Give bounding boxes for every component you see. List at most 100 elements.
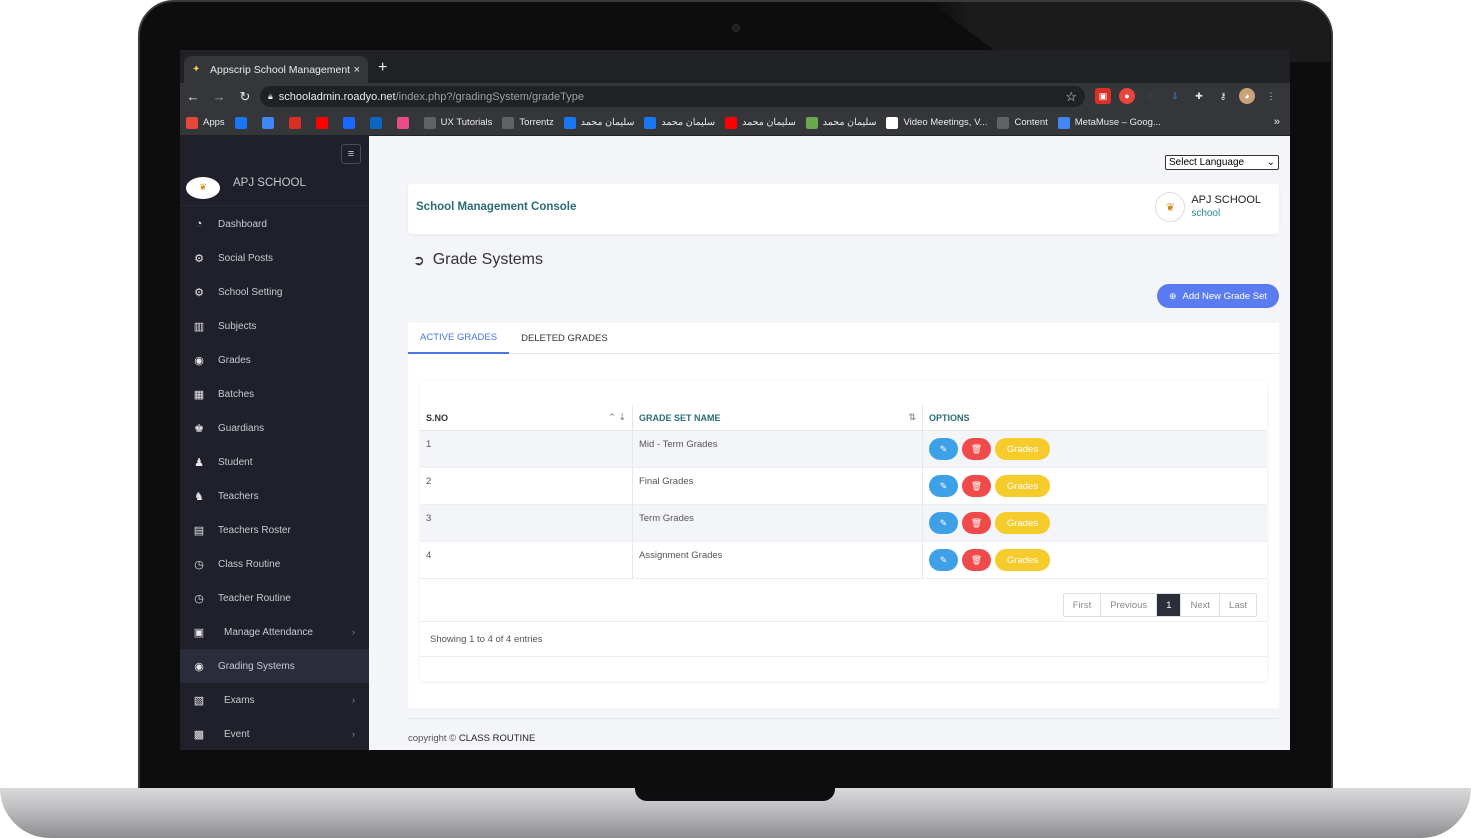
sidebar-item-label: Social Posts	[218, 252, 274, 264]
delete-button[interactable]: 🗑︎	[962, 549, 991, 571]
bookmark-item[interactable]	[261, 116, 279, 129]
edit-button[interactable]: ✎	[929, 549, 958, 571]
trash-icon: 🗑︎	[970, 554, 983, 565]
browser-tab[interactable]: ✦ Appscrip School Management ×	[184, 56, 368, 83]
page-first-button[interactable]: First	[1063, 594, 1102, 616]
sidebar-item-exams[interactable]: ▧ Exams ›	[180, 683, 369, 717]
sidebar-item-dashboard[interactable]: ◔ Dashboard	[180, 207, 369, 241]
bookmark-icon	[563, 116, 576, 129]
sidebar-item-event[interactable]: ▩ Event ›	[180, 717, 369, 750]
close-tab-icon[interactable]: ×	[354, 64, 360, 76]
bookmark-item[interactable]: سليمان محمد	[725, 116, 796, 129]
cell-grade-set-name: Assignment Grades	[633, 542, 923, 578]
grade-tabs: ACTIVE GRADES DELETED GRADES	[408, 323, 1279, 354]
bookmark-item[interactable]	[288, 116, 306, 129]
extensions-puzzle-icon[interactable]: ✚	[1191, 88, 1207, 104]
sidebar-item-guardians[interactable]: ♚ Guardians	[180, 411, 369, 445]
cell-options: ✎ 🗑︎ Grades	[923, 468, 1267, 504]
sidebar-brand[interactable]: ❦ APJ SCHOOL	[180, 170, 369, 206]
bookmark-item[interactable]	[234, 116, 252, 129]
cell-grade-set-name: Term Grades	[633, 505, 923, 541]
column-header-name[interactable]: GRADE SET NAME ⇅	[633, 405, 923, 430]
delete-button[interactable]: 🗑︎	[962, 438, 991, 460]
forward-icon[interactable]: →	[206, 89, 232, 104]
bookmark-icon	[423, 116, 436, 129]
page-previous-button[interactable]: Previous	[1101, 594, 1158, 616]
chevron-down-icon: ⌄	[1266, 157, 1275, 168]
trash-icon: 🗑︎	[970, 480, 983, 491]
bookmark-item[interactable]: MetaMuse – Goog...	[1057, 116, 1161, 129]
edit-button[interactable]: ✎	[929, 438, 958, 460]
cell-grade-set-name: Final Grades	[633, 468, 923, 504]
sidebar-item-manage-attendance[interactable]: ▣ Manage Attendance ›	[180, 615, 369, 649]
app: ≡ ❦ APJ SCHOOL ◔ Dashboard ⚙ Social Posts ⚙ S…	[180, 136, 1290, 750]
sidebar-item-school-setting[interactable]: ⚙ School Setting	[180, 275, 369, 309]
bookmark-item[interactable]: Apps	[186, 116, 225, 129]
bookmark-item[interactable]	[396, 116, 414, 129]
bookmark-item[interactable]: UX Tutorials	[423, 116, 492, 129]
key-icon[interactable]: ⚷	[1215, 88, 1231, 104]
tab-deleted-grades[interactable]: DELETED GRADES	[509, 323, 620, 354]
cell-options: ✎ 🗑︎ Grades	[923, 542, 1267, 578]
grades-button[interactable]: Grades	[995, 549, 1050, 571]
sidebar-item-subjects[interactable]: ▥ Subjects	[180, 309, 369, 343]
console-school-sub: school	[1191, 208, 1221, 219]
grades-table: S.NO ⌃ ⇣ GRADE SET NAME ⇅ OPTIONS 1 Mid -…	[420, 381, 1267, 681]
bookmark-item[interactable]	[369, 116, 387, 129]
sidebar-item-grades[interactable]: ◉ Grades	[180, 343, 369, 377]
language-select-value: Select Language	[1169, 157, 1245, 168]
bookmark-item[interactable]: Content	[997, 116, 1048, 129]
sidebar-item-teacher-routine[interactable]: ◷ Teacher Routine	[180, 581, 369, 615]
tab-active-grades[interactable]: ACTIVE GRADES	[408, 323, 510, 354]
dashboard-icon: ◔	[195, 218, 203, 230]
extension-download-icon[interactable]: ⇩	[1167, 88, 1183, 104]
sidebar-item-teachers-roster[interactable]: ▤ Teachers Roster	[180, 513, 369, 547]
bookmarks-more-icon[interactable]: »	[1274, 116, 1280, 128]
browser-menu-icon[interactable]: ⋮	[1263, 88, 1279, 104]
bookmark-item[interactable]: سليمان محمد	[644, 116, 715, 129]
bookmark-star-icon[interactable]: ☆	[1065, 89, 1077, 105]
sidebar-item-class-routine[interactable]: ◷ Class Routine	[180, 547, 369, 581]
extension-sync-icon[interactable]: ◌	[1143, 88, 1159, 104]
bookmark-icon	[886, 116, 899, 129]
extension-record-icon[interactable]: ▣	[1095, 88, 1111, 104]
grades-button[interactable]: Grades	[995, 512, 1050, 534]
edit-button[interactable]: ✎	[929, 512, 958, 534]
language-select[interactable]: Select Language ⌄	[1165, 155, 1279, 170]
bookmark-item[interactable]: Torrentz	[502, 116, 554, 129]
new-tab-button[interactable]: +	[378, 59, 387, 77]
profile-avatar[interactable]: ◕	[1239, 88, 1255, 104]
sidebar-item-label: Teachers	[218, 490, 259, 502]
bookmark-item[interactable]: Video Meetings, V...	[886, 116, 987, 129]
sidebar-item-label: Batches	[218, 388, 255, 400]
back-icon[interactable]: ←	[180, 89, 206, 104]
menu-toggle-icon[interactable]: ≡	[341, 144, 361, 164]
grades-button[interactable]: Grades	[995, 438, 1050, 460]
sidebar-item-student[interactable]: ♟ Student	[180, 445, 369, 479]
edit-button[interactable]: ✎	[929, 475, 958, 497]
sidebar-item-teachers[interactable]: ♞ Teachers	[180, 479, 369, 513]
bookmark-icon	[805, 116, 818, 129]
bookmark-item[interactable]	[342, 116, 360, 129]
bookmark-item[interactable]	[315, 116, 333, 129]
page-title: ➲ Grade Systems	[413, 251, 543, 269]
grades-button[interactable]: Grades	[995, 475, 1050, 497]
bookmark-item[interactable]: سليمان محمد	[805, 116, 876, 129]
column-header-sno[interactable]: S.NO ⌃ ⇣	[420, 405, 633, 430]
reload-icon[interactable]: ↻	[232, 89, 258, 105]
attendance-icon: ▣	[193, 626, 205, 639]
page-last-button[interactable]: Last	[1220, 594, 1256, 616]
sidebar-item-social-posts[interactable]: ⚙ Social Posts	[180, 241, 369, 275]
add-grade-set-button[interactable]: ⊕ Add New Grade Set	[1156, 284, 1279, 308]
page-next-button[interactable]: Next	[1181, 594, 1221, 616]
bookmark-item[interactable]: سليمان محمد	[563, 116, 634, 129]
address-bar[interactable]: 🔒︎ schooladmin.roadyo.net /index.php?/gr…	[260, 86, 1085, 107]
delete-button[interactable]: 🗑︎	[962, 512, 991, 534]
page-1-button[interactable]: 1	[1157, 594, 1182, 616]
guardian-icon: ♚	[194, 422, 204, 435]
sidebar-item-batches[interactable]: ▦ Batches	[180, 377, 369, 411]
delete-button[interactable]: 🗑︎	[962, 475, 991, 497]
sidebar-item-grading-systems[interactable]: ◉ Grading Systems	[180, 649, 369, 683]
arrow-circle-icon: ➲	[413, 251, 425, 268]
extension-stop-icon[interactable]: ●	[1119, 88, 1135, 104]
